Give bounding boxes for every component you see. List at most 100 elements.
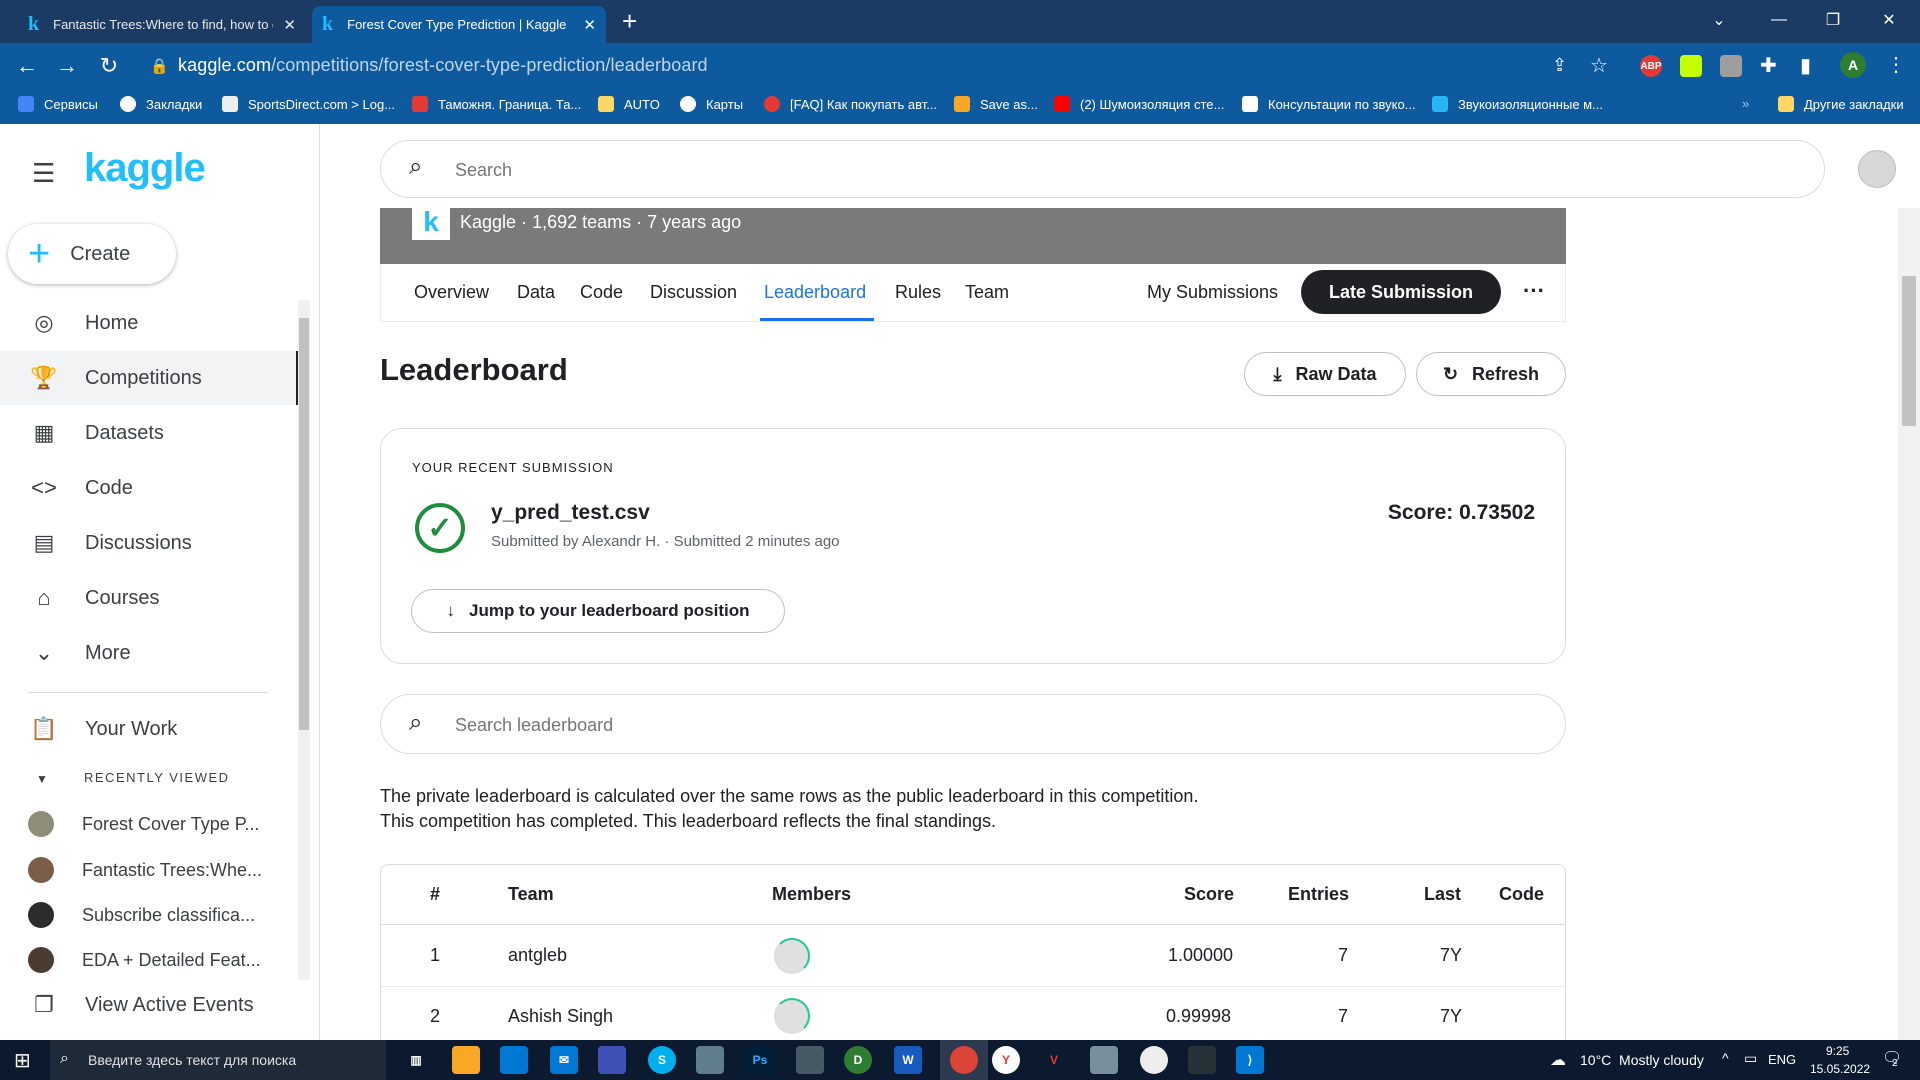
tray-chevron-icon[interactable]: ^ [1722, 1050, 1729, 1066]
chrome-icon[interactable] [950, 1046, 978, 1074]
hamburger-menu-icon[interactable]: ☰ [32, 158, 55, 189]
table-row-team[interactable]: antgleb [508, 945, 567, 966]
bookmark-star-icon[interactable]: ☆ [1590, 53, 1608, 78]
leaderboard-search[interactable]: ⌕ [380, 694, 1566, 754]
app-icon[interactable]: V [1040, 1046, 1068, 1074]
jump-to-position-button[interactable]: ↓ Jump to your leaderboard position [411, 589, 785, 633]
app-icon[interactable] [796, 1046, 824, 1074]
recent-item[interactable]: Subscribe classifica... [28, 895, 255, 935]
forward-icon[interactable]: → [52, 51, 82, 81]
page-scrollbar[interactable] [1898, 208, 1920, 1040]
nav-competitions[interactable]: 🏆 Competitions [0, 351, 300, 405]
close-window-icon[interactable]: ✕ [1866, 0, 1912, 40]
bookmark-item[interactable]: SportsDirect.com > Log... [222, 96, 395, 112]
recent-item[interactable]: Forest Cover Type P... [28, 804, 259, 844]
extension-icon[interactable] [1680, 55, 1702, 77]
extensions-puzzle-icon[interactable]: ✚ [1760, 53, 1777, 78]
windows-start-icon[interactable]: ⊞ [14, 1048, 31, 1073]
bookmark-item[interactable]: AUTO [598, 96, 660, 112]
my-submissions-link[interactable]: My Submissions [1147, 282, 1278, 303]
member-avatar[interactable] [774, 938, 810, 974]
close-tab-icon[interactable]: ✕ [583, 16, 596, 34]
bookmark-item[interactable]: (2) Шумоизоляция сте... [1054, 96, 1224, 112]
clock-time[interactable]: 9:25 [1826, 1044, 1849, 1058]
browser-tab[interactable]: k Fantastic Trees:Where to find, how to … [18, 6, 306, 43]
side-panel-icon[interactable]: ▮ [1800, 53, 1811, 78]
task-view-icon[interactable]: ▥ [402, 1046, 430, 1074]
app-icon[interactable] [1090, 1046, 1118, 1074]
more-bookmarks-icon[interactable]: » [1742, 96, 1749, 111]
profile-avatar[interactable]: A [1840, 52, 1866, 78]
more-options-icon[interactable]: ··· [1523, 278, 1545, 304]
kaggle-logo[interactable]: kaggle [84, 146, 206, 191]
adblock-icon[interactable]: ABP [1640, 55, 1662, 77]
col-score[interactable]: Score [1184, 884, 1234, 905]
bookmark-item[interactable]: Звукоизоляционные м... [1432, 96, 1603, 112]
search-input[interactable] [455, 155, 1755, 185]
scrollbar-thumb[interactable] [1902, 276, 1916, 426]
extension-icon[interactable] [1720, 55, 1742, 77]
url-text[interactable]: kaggle.com/competitions/forest-cover-typ… [178, 55, 708, 76]
file-explorer-icon[interactable] [452, 1046, 480, 1074]
recent-item[interactable]: EDA + Detailed Feat... [28, 940, 261, 980]
leaderboard-search-input[interactable] [455, 710, 1455, 740]
late-submission-button[interactable]: Late Submission [1301, 270, 1501, 314]
mail-icon[interactable]: ✉ [550, 1046, 578, 1074]
refresh-button[interactable]: ↻ Refresh [1416, 352, 1566, 396]
save-app-icon[interactable] [598, 1046, 626, 1074]
collapse-triangle-icon[interactable]: ▼ [36, 772, 48, 786]
col-last[interactable]: Last [1424, 884, 1461, 905]
bookmark-item[interactable]: Закладки [120, 96, 202, 112]
share-icon[interactable]: ⇪ [1552, 55, 1567, 76]
col-team[interactable]: Team [508, 884, 554, 905]
recent-item[interactable]: Fantastic Trees:Whe... [28, 850, 262, 890]
photoshop-icon[interactable]: Ps [746, 1046, 774, 1074]
bookmark-folder-other[interactable]: Другие закладки [1778, 96, 1904, 112]
browser-tab-active[interactable]: k Forest Cover Type Prediction | Kaggle … [312, 6, 606, 43]
bookmark-item[interactable]: Save as... [954, 96, 1038, 112]
member-avatar[interactable] [774, 998, 810, 1034]
tab-leaderboard[interactable]: Leaderboard [764, 282, 866, 303]
nav-discussions[interactable]: ▤ Discussions [0, 516, 300, 570]
col-rank[interactable]: # [430, 884, 440, 905]
tab-search-icon[interactable]: ⌄ [1696, 0, 1742, 40]
site-search-bar[interactable]: ⌕ [380, 140, 1825, 198]
user-avatar[interactable] [1858, 150, 1896, 188]
yandex-icon[interactable]: Y [992, 1046, 1020, 1074]
tab-overview[interactable]: Overview [414, 282, 489, 303]
menu-kebab-icon[interactable]: ⋮ [1886, 52, 1906, 77]
tab-discussion[interactable]: Discussion [650, 282, 737, 303]
taskbar-search[interactable]: ⌕ Введите здесь текст для поиска [50, 1040, 386, 1080]
bookmark-item[interactable]: [FAQ] Как покупать авт... [764, 96, 937, 112]
nav-more[interactable]: ⌄ More [0, 626, 300, 680]
nav-home[interactable]: ◎ Home [0, 296, 300, 350]
bookmark-item[interactable]: Таможня. Граница. Та... [412, 96, 581, 112]
back-icon[interactable]: ← [12, 51, 42, 81]
restore-icon[interactable]: ❐ [1810, 0, 1856, 40]
vscode-icon[interactable]: ⟩ [1236, 1046, 1264, 1074]
bookmark-item[interactable]: Консультации по звуко... [1242, 96, 1416, 112]
sidebar-scrollbar[interactable] [298, 300, 310, 980]
clock-date[interactable]: 15.05.2022 [1810, 1062, 1870, 1076]
nav-your-work[interactable]: 📋 Your Work [0, 702, 300, 756]
minimize-icon[interactable]: — [1756, 0, 1802, 40]
nav-courses[interactable]: ⌂ Courses [0, 571, 300, 625]
create-button[interactable]: + Create [8, 224, 176, 284]
network-icon[interactable]: ▭ [1744, 1050, 1757, 1067]
skype-icon[interactable]: S [648, 1046, 676, 1074]
close-tab-icon[interactable]: ✕ [283, 16, 296, 34]
terminal-icon[interactable] [1188, 1046, 1216, 1074]
tab-code[interactable]: Code [580, 282, 623, 303]
word-icon[interactable]: W [894, 1046, 922, 1074]
reload-icon[interactable]: ↻ [94, 51, 124, 81]
new-tab-icon[interactable]: + [622, 6, 637, 37]
raw-data-button[interactable]: ⤓ Raw Data [1244, 352, 1406, 396]
col-entries[interactable]: Entries [1288, 884, 1349, 905]
tab-team[interactable]: Team [965, 282, 1009, 303]
nav-view-active-events[interactable]: ❐ View Active Events [0, 978, 300, 1032]
bookmark-item[interactable]: Карты [680, 96, 743, 112]
weather-text[interactable]: 10°C Mostly cloudy [1580, 1052, 1704, 1068]
tab-rules[interactable]: Rules [895, 282, 941, 303]
nav-datasets[interactable]: ▦ Datasets [0, 406, 300, 460]
store-icon[interactable] [500, 1046, 528, 1074]
